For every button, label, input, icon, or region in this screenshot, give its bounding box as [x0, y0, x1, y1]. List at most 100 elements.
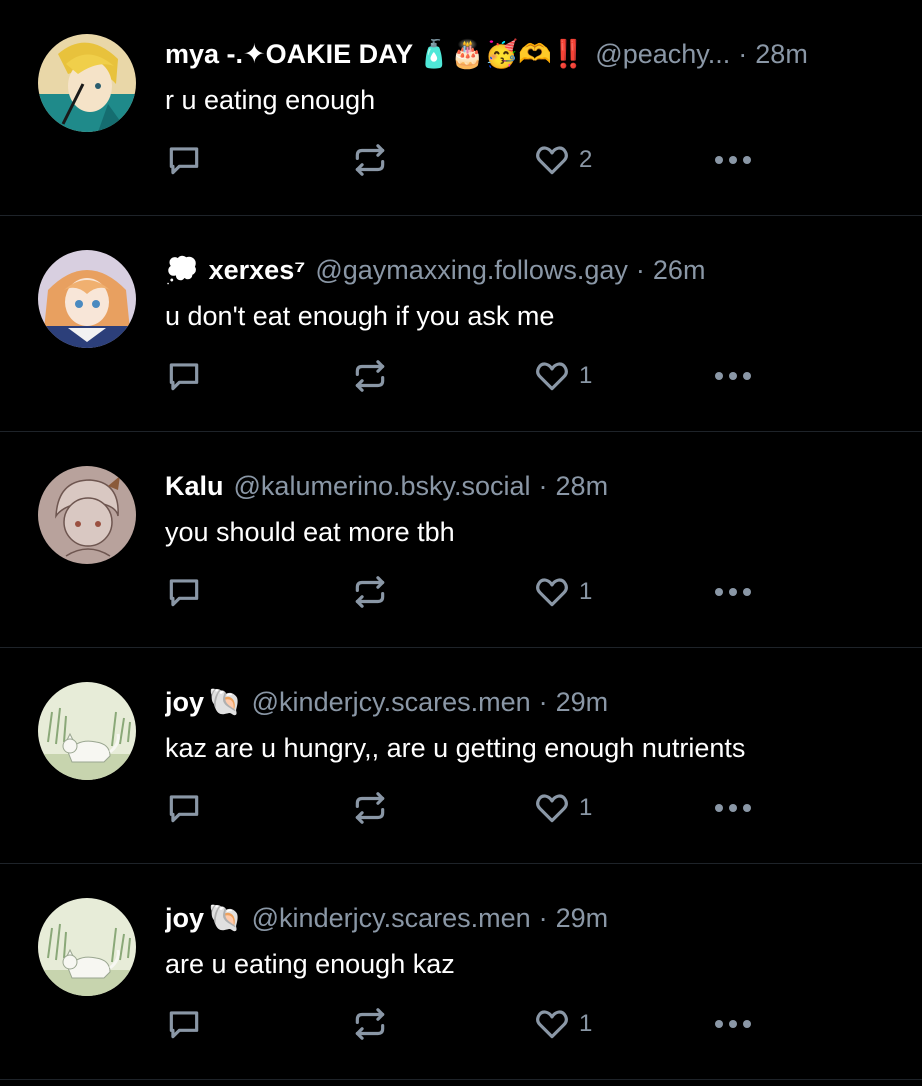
heart-icon: [536, 794, 568, 823]
post-actions: 1: [165, 786, 765, 830]
reply-button[interactable]: [165, 354, 203, 398]
repost-button[interactable]: [351, 138, 389, 182]
like-button[interactable]: 2: [533, 138, 592, 182]
post[interactable]: Kalu @kalumerino.bsky.social · 28m you s…: [0, 432, 922, 648]
timestamp[interactable]: 28m: [556, 468, 609, 504]
separator-dot: ·: [635, 255, 645, 285]
white-cat-in-grass-avatar-icon: [38, 682, 136, 780]
like-count: 1: [579, 1010, 593, 1037]
post-content: Kalu @kalumerino.bsky.social · 28m you s…: [165, 468, 884, 550]
sketch-character-avatar-icon: [38, 466, 136, 564]
name-emoji: 🐚: [208, 902, 242, 934]
like-button[interactable]: 1: [533, 570, 592, 614]
more-options-button[interactable]: [713, 570, 753, 614]
repost-button[interactable]: [351, 786, 389, 830]
post-header: joy 🐚 @kinderjcy.scares.men · 29m: [165, 684, 884, 720]
more-options-button[interactable]: [713, 138, 753, 182]
like-count: 1: [579, 578, 593, 605]
orange-hair-anime-character-avatar-icon: [38, 250, 136, 348]
reply-icon: [169, 363, 199, 391]
display-name[interactable]: 💭 xerxes⁷: [165, 252, 305, 288]
post-text: u don't eat enough if you ask me: [165, 301, 555, 331]
like-count: 1: [579, 362, 593, 389]
post-content: joy 🐚 @kinderjcy.scares.men · 29m kaz are…: [165, 684, 884, 766]
reply-icon: [169, 579, 199, 607]
ellipsis-icon: [715, 804, 751, 812]
handle[interactable]: @peachy...: [595, 36, 730, 72]
timestamp[interactable]: 26m: [653, 252, 706, 288]
repost-icon: [355, 144, 385, 176]
like-button[interactable]: 1: [533, 354, 592, 398]
name-emoji: 🧴🎂🥳🫶‼️: [417, 38, 586, 70]
post-text: kaz are u hungry,, are u getting enough …: [165, 733, 746, 763]
post[interactable]: joy 🐚 @kinderjcy.scares.men · 29m kaz are…: [0, 648, 922, 864]
white-cat-in-grass-avatar-icon: [38, 898, 136, 996]
like-button[interactable]: 1: [533, 786, 592, 830]
handle[interactable]: @kalumerino.bsky.social: [234, 468, 531, 504]
reply-button[interactable]: [165, 570, 203, 614]
post-actions: 1: [165, 1002, 765, 1046]
separator-dot: ·: [538, 687, 548, 717]
ellipsis-icon: [715, 588, 751, 596]
ellipsis-icon: [715, 372, 751, 380]
avatar[interactable]: [38, 466, 136, 564]
handle[interactable]: @kinderjcy.scares.men: [252, 684, 531, 720]
timestamp[interactable]: 29m: [556, 684, 609, 720]
reply-icon: [169, 1011, 199, 1039]
post-actions: 1: [165, 570, 765, 614]
reply-button[interactable]: [165, 786, 203, 830]
like-count: 1: [579, 794, 593, 821]
post-text: you should eat more tbh: [165, 517, 455, 547]
separator-dot: ·: [538, 903, 548, 933]
post[interactable]: joy 🐚 @kinderjcy.scares.men · 29m are u e…: [0, 864, 922, 1080]
post-actions: 1: [165, 354, 765, 398]
like-button[interactable]: 1: [533, 1002, 592, 1046]
repost-icon: [355, 792, 385, 824]
reply-button[interactable]: [165, 138, 203, 182]
avatar[interactable]: [38, 34, 136, 132]
handle[interactable]: @gaymaxxing.follows.gay: [315, 252, 628, 288]
avatar[interactable]: [38, 898, 136, 996]
name-emoji: 🐚: [208, 686, 242, 718]
timestamp[interactable]: 29m: [556, 900, 609, 936]
timestamp[interactable]: 28m: [755, 36, 808, 72]
reply-feed: mya -.✦OAKIE DAY 🧴🎂🥳🫶‼️ @peachy... · 28m …: [0, 0, 922, 1086]
heart-icon: [536, 362, 568, 391]
avatar[interactable]: [38, 682, 136, 780]
repost-button[interactable]: [351, 354, 389, 398]
display-name[interactable]: joy 🐚: [165, 684, 242, 720]
more-options-button[interactable]: [713, 1002, 753, 1046]
blonde-anime-character-avatar-icon: [38, 34, 136, 132]
repost-icon: [355, 1008, 385, 1040]
post-header: mya -.✦OAKIE DAY 🧴🎂🥳🫶‼️ @peachy... · 28m: [165, 36, 884, 72]
avatar[interactable]: [38, 250, 136, 348]
reply-icon: [169, 795, 199, 823]
more-options-button[interactable]: [713, 786, 753, 830]
separator-dot: ·: [738, 39, 748, 69]
heart-icon: [536, 578, 568, 607]
post-text: are u eating enough kaz: [165, 949, 455, 979]
post-header: Kalu @kalumerino.bsky.social · 28m: [165, 468, 884, 504]
repost-icon: [355, 360, 385, 392]
handle[interactable]: @kinderjcy.scares.men: [252, 900, 531, 936]
post-header: 💭 xerxes⁷ @gaymaxxing.follows.gay · 26m: [165, 252, 884, 288]
post-actions: 2: [165, 138, 765, 182]
like-count: 2: [579, 146, 593, 173]
display-name[interactable]: Kalu: [165, 468, 224, 504]
separator-dot: ·: [538, 471, 548, 501]
repost-icon: [355, 576, 385, 608]
reply-button[interactable]: [165, 1002, 203, 1046]
display-name[interactable]: mya -.✦OAKIE DAY 🧴🎂🥳🫶‼️: [165, 36, 585, 72]
more-options-button[interactable]: [713, 354, 753, 398]
name-prefix-emoji: 💭: [165, 254, 199, 286]
repost-button[interactable]: [351, 570, 389, 614]
post-text: r u eating enough: [165, 85, 376, 115]
display-name[interactable]: joy 🐚: [165, 900, 242, 936]
heart-icon: [536, 146, 568, 175]
post[interactable]: mya -.✦OAKIE DAY 🧴🎂🥳🫶‼️ @peachy... · 28m …: [0, 0, 922, 216]
post-content: mya -.✦OAKIE DAY 🧴🎂🥳🫶‼️ @peachy... · 28m …: [165, 36, 884, 118]
post-content: joy 🐚 @kinderjcy.scares.men · 29m are u e…: [165, 900, 884, 982]
repost-button[interactable]: [351, 1002, 389, 1046]
post[interactable]: 💭 xerxes⁷ @gaymaxxing.follows.gay · 26m u…: [0, 216, 922, 432]
ellipsis-icon: [715, 156, 751, 164]
